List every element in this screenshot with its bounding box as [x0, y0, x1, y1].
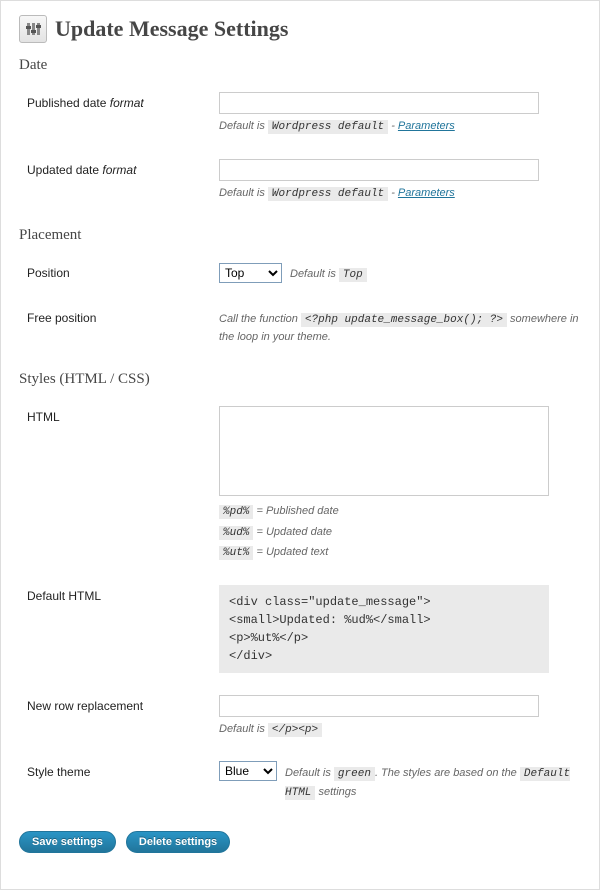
updated-date-label: Updated date format	[19, 153, 219, 220]
section-date: Date	[19, 57, 581, 74]
newrow-input[interactable]	[219, 695, 539, 717]
html-legend: %pd% = Published date %ud% = Updated dat…	[219, 503, 581, 563]
sliders-icon	[19, 15, 47, 43]
html-label: HTML	[19, 400, 219, 579]
default-html-label: Default HTML	[19, 579, 219, 689]
section-placement: Placement	[19, 227, 581, 244]
section-styles: Styles (HTML / CSS)	[19, 371, 581, 388]
published-date-input[interactable]	[219, 92, 539, 114]
position-hint: Default is Top	[290, 266, 367, 285]
default-html-code: <div class="update_message"> <small>Upda…	[219, 585, 549, 673]
position-select[interactable]: TopBottom	[219, 263, 282, 283]
delete-button[interactable]: Delete settings	[126, 831, 230, 853]
page-title-text: Update Message Settings	[55, 16, 288, 42]
style-theme-label: Style theme	[19, 755, 219, 818]
style-theme-hint: Default is green. The styles are based o…	[285, 765, 581, 802]
free-position-hint: Call the function <?php update_message_b…	[219, 311, 581, 347]
published-params-link[interactable]: Parameters	[398, 120, 455, 132]
updated-date-input[interactable]	[219, 159, 539, 181]
page-title: Update Message Settings	[19, 15, 581, 43]
html-textarea[interactable]	[219, 406, 549, 496]
published-date-label: Published date format	[19, 86, 219, 153]
published-date-hint: Default is Wordpress default - Parameter…	[219, 118, 581, 137]
updated-date-hint: Default is Wordpress default - Parameter…	[219, 185, 581, 204]
updated-params-link[interactable]: Parameters	[398, 187, 455, 199]
newrow-label: New row replacement	[19, 689, 219, 756]
newrow-hint: Default is </p><p>	[219, 721, 581, 740]
style-theme-select[interactable]: BlueGreen	[219, 761, 277, 781]
position-label: Position	[19, 256, 219, 301]
save-button[interactable]: Save settings	[19, 831, 116, 853]
free-position-label: Free position	[19, 301, 219, 363]
